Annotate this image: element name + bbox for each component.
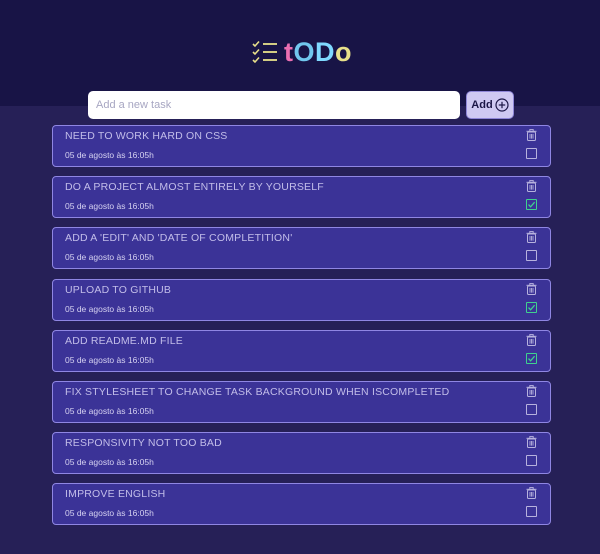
- trash-icon[interactable]: [526, 487, 537, 500]
- trash-icon[interactable]: [526, 384, 537, 397]
- task-date: 05 de agosto às 16:05h: [65, 405, 154, 416]
- app-title: tODo: [284, 37, 352, 68]
- task-date: 05 de agosto às 16:05h: [65, 252, 154, 263]
- task-title: ADD A 'EDIT' AND 'DATE OF COMPLETITION': [65, 232, 293, 245]
- task-complete-checkbox[interactable]: [526, 148, 537, 159]
- trash-icon[interactable]: [526, 333, 537, 346]
- task-complete-checkbox[interactable]: [526, 199, 537, 211]
- add-task-button[interactable]: Add: [466, 91, 514, 119]
- task-title: RESPONSIVITY NOT TOO BAD: [65, 437, 222, 450]
- task-complete-checkbox[interactable]: [526, 352, 537, 364]
- task-title: FIX STYLESHEET TO CHANGE TASK BACKGROUND…: [65, 385, 450, 398]
- checklist-icon: [252, 40, 277, 64]
- task-date: 05 de agosto às 16:05h: [65, 201, 154, 212]
- trash-icon[interactable]: [526, 436, 537, 449]
- title-letter: t: [284, 36, 294, 67]
- task-complete-checkbox[interactable]: [526, 301, 537, 313]
- task-item: NEED TO WORK HARD ON CSS 05 de agosto às…: [52, 125, 551, 167]
- title-letter: O: [293, 36, 316, 67]
- task-date: 05 de agosto às 16:05h: [65, 354, 154, 365]
- task-item: FIX STYLESHEET TO CHANGE TASK BACKGROUND…: [52, 380, 551, 423]
- task-item: IMPROVE ENGLISH 05 de agosto às 16:05h: [52, 483, 551, 526]
- task-date: 05 de agosto às 16:05h: [65, 303, 154, 314]
- task-title: IMPROVE ENGLISH: [65, 488, 166, 501]
- trash-icon[interactable]: [526, 180, 537, 193]
- add-button-label: Add: [471, 99, 493, 111]
- trash-icon[interactable]: [526, 231, 537, 244]
- task-title: NEED TO WORK HARD ON CSS: [65, 130, 228, 142]
- task-item: DO A PROJECT ALMOST ENTIRELY BY YOURSELF…: [52, 176, 551, 219]
- task-complete-checkbox[interactable]: [526, 250, 537, 262]
- trash-icon[interactable]: [526, 129, 537, 141]
- trash-icon[interactable]: [526, 282, 537, 295]
- task-date: 05 de agosto às 16:05h: [65, 508, 154, 519]
- task-title: DO A PROJECT ALMOST ENTIRELY BY YOURSELF: [65, 181, 324, 194]
- title-letter: o: [335, 36, 353, 67]
- task-date: 05 de agosto às 16:05h: [65, 150, 154, 160]
- task-item: ADD A 'EDIT' AND 'DATE OF COMPLETITION' …: [52, 227, 551, 270]
- new-task-input[interactable]: [88, 91, 460, 119]
- task-item: ADD README.MD FILE 05 de agosto às 16:05…: [52, 329, 551, 372]
- task-title: UPLOAD TO GITHUB: [65, 283, 172, 296]
- task-complete-checkbox[interactable]: [526, 455, 537, 467]
- task-list: NEED TO WORK HARD ON CSS 05 de agosto às…: [52, 125, 551, 535]
- task-item: UPLOAD TO GITHUB 05 de agosto às 16:05h: [52, 278, 551, 321]
- brand: tODo: [252, 36, 352, 68]
- plus-circle-icon: [495, 98, 509, 112]
- checkmark-icon: [528, 355, 536, 362]
- title-letter: D: [315, 36, 336, 67]
- checkmark-icon: [528, 304, 536, 311]
- task-title: ADD README.MD FILE: [65, 334, 183, 347]
- task-complete-checkbox[interactable]: [526, 403, 537, 415]
- checkmark-icon: [528, 201, 536, 208]
- task-item: RESPONSIVITY NOT TOO BAD 05 de agosto às…: [52, 432, 551, 475]
- task-complete-checkbox[interactable]: [526, 506, 537, 518]
- task-date: 05 de agosto às 16:05h: [65, 457, 154, 468]
